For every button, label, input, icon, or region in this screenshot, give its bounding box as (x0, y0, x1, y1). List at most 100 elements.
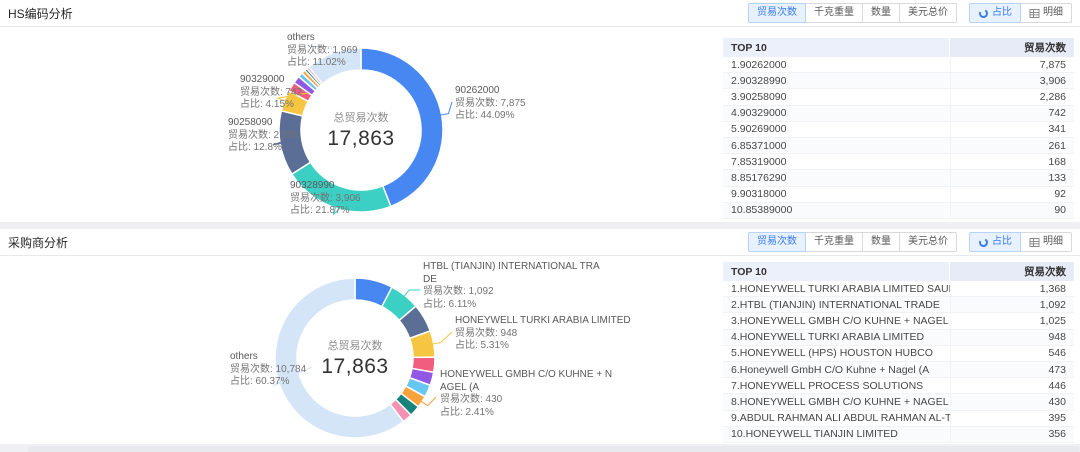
table-row[interactable]: 2.903289903,906 (723, 73, 1074, 89)
table-header-value: 贸易次数 (950, 262, 1074, 281)
toolbar: 贸易次数 千克重量 数量 美元总价 占比 明细 (748, 3, 1072, 23)
table-body: 1.HONEYWELL TURKI ARABIA LIMITED SAUD1,3… (723, 281, 1074, 443)
slice-label-pct: 占比: 4.15% (240, 99, 302, 112)
slice-label: 90328990贸易次数: 3,906占比: 21.87% (290, 180, 361, 218)
slice-label-count: 贸易次数: 10,784 (230, 364, 306, 377)
table-row[interactable]: 10.8538900090 (723, 203, 1074, 219)
row-name: 6.85371000 (723, 140, 950, 152)
row-name: 7.HONEYWELL PROCESS SOLUTIONS (723, 380, 950, 392)
row-value: 356 (950, 427, 1074, 442)
row-name: 1.HONEYWELL TURKI ARABIA LIMITED SAUD (723, 283, 950, 295)
slice-label: 90262000贸易次数: 7,875占比: 44.09% (455, 85, 526, 123)
row-name: 5.90269000 (723, 123, 950, 135)
pie-chart-icon (978, 237, 989, 248)
metric-kg-weight-button[interactable]: 千克重量 (805, 232, 863, 252)
table-row[interactable]: 4.90329000742 (723, 106, 1074, 122)
pie-chart-icon (978, 8, 989, 19)
row-value: 546 (950, 346, 1074, 361)
table-row[interactable]: 6.Honeywell GmbH C/O Kuhne + Nagel (A473 (723, 362, 1074, 378)
metric-switch: 贸易次数 千克重量 数量 美元总价 (748, 232, 957, 252)
section-header: 采购商分析 贸易次数 千克重量 数量 美元总价 占比 明细 (0, 229, 1080, 256)
row-value: 2,286 (950, 89, 1074, 104)
metric-quantity-button[interactable]: 数量 (862, 232, 900, 252)
slice-label-name: HONEYWELL GMBH C/O KUHNE + NAGEL (A (440, 369, 618, 394)
slice-label: HTBL (TIANJIN) INTERNATIONAL TRADE贸易次数: … (423, 261, 601, 311)
row-value: 742 (950, 106, 1074, 121)
page-title: HS编码分析 (8, 5, 73, 22)
slice-label-count: 贸易次数: 7,875 (455, 98, 526, 111)
table-grid-icon (1029, 237, 1040, 248)
metric-switch: 贸易次数 千克重量 数量 美元总价 (748, 3, 957, 23)
table-row[interactable]: 7.85319000168 (723, 154, 1074, 170)
row-name: 3.HONEYWELL GMBH C/O KUHNE + NAGEL (723, 315, 950, 327)
slice-label-name: others (230, 351, 306, 364)
metric-usd-total-button[interactable]: 美元总价 (899, 232, 957, 252)
slice-label-pct: 占比: 21.87% (290, 205, 361, 218)
row-name: 4.90329000 (723, 107, 950, 119)
slice-label-pct: 占比: 44.09% (455, 110, 526, 123)
slice-label-pct: 占比: 2.41% (440, 407, 618, 420)
slice-label-pct: 占比: 5.31% (455, 340, 631, 353)
table-row[interactable]: 9.9031800092 (723, 187, 1074, 203)
slice-label-name: HTBL (TIANJIN) INTERNATIONAL TRADE (423, 261, 601, 286)
table-row[interactable]: 5.HONEYWELL (HPS) HOUSTON HUBCO546 (723, 346, 1074, 362)
table-row[interactable]: 5.90269000341 (723, 122, 1074, 138)
table-row[interactable]: 4.HONEYWELL TURKI ARABIA LIMITED948 (723, 330, 1074, 346)
total-caption: 总贸易次数 (321, 337, 388, 353)
table-body: 1.902620007,8752.903289903,9063.90258090… (723, 57, 1074, 219)
slice-label-pct: 占比: 11.02% (287, 57, 358, 70)
view-detail-button[interactable]: 明细 (1020, 3, 1072, 23)
table-row[interactable]: 8.85176290133 (723, 170, 1074, 186)
table-row[interactable]: 2.HTBL (TIANJIN) INTERNATIONAL TRADE1,09… (723, 297, 1074, 313)
slice-label-pct: 占比: 60.37% (230, 376, 306, 389)
table-row[interactable]: 7.HONEYWELL PROCESS SOLUTIONS446 (723, 378, 1074, 394)
slice-label-name: 90328990 (290, 180, 361, 193)
row-value: 430 (950, 394, 1074, 409)
view-detail-button[interactable]: 明细 (1020, 232, 1072, 252)
metric-quantity-button[interactable]: 数量 (862, 3, 900, 23)
slice-label-name: 90262000 (455, 85, 526, 98)
slice-label-count: 贸易次数: 948 (455, 328, 631, 341)
row-value: 133 (950, 170, 1074, 185)
table-row[interactable]: 10.HONEYWELL TIANJIN LIMITED356 (723, 427, 1074, 443)
view-proportion-label: 占比 (992, 236, 1012, 248)
row-name: 3.90258090 (723, 91, 950, 103)
slice-label: HONEYWELL GMBH C/O KUHNE + NAGEL (A贸易次数:… (440, 369, 618, 419)
view-proportion-button[interactable]: 占比 (969, 232, 1021, 252)
table-grid-icon (1029, 8, 1040, 19)
row-value: 168 (950, 154, 1074, 169)
row-name: 1.90262000 (723, 59, 950, 71)
horizontal-scrollbar[interactable] (28, 446, 1080, 452)
row-value: 473 (950, 362, 1074, 377)
metric-trade-count-button[interactable]: 贸易次数 (748, 232, 806, 252)
row-name: 5.HONEYWELL (HPS) HOUSTON HUBCO (723, 347, 950, 359)
slice-label-count: 贸易次数: 2,286 (228, 130, 299, 143)
slice-label-count: 贸易次数: 742 (240, 87, 302, 100)
metric-kg-weight-button[interactable]: 千克重量 (805, 3, 863, 23)
view-switch: 占比 明细 (969, 232, 1072, 252)
view-detail-label: 明细 (1043, 236, 1063, 248)
table-row[interactable]: 8.HONEYWELL GMBH C/O KUHNE + NAGEL (A430 (723, 394, 1074, 410)
row-value: 1,025 (950, 313, 1074, 328)
metric-trade-count-button[interactable]: 贸易次数 (748, 3, 806, 23)
table-row[interactable]: 9.ABDUL RAHMAN ALI ABDUL RAHMAN AL-TU395 (723, 411, 1074, 427)
table-header-rank: TOP 10 (723, 38, 949, 57)
row-value: 7,875 (950, 57, 1074, 72)
metric-usd-total-button[interactable]: 美元总价 (899, 3, 957, 23)
table-header-value: 贸易次数 (950, 38, 1074, 57)
top10-table: TOP 10 贸易次数 1.902620007,8752.903289903,9… (723, 38, 1074, 219)
row-name: 10.HONEYWELL TIANJIN LIMITED (723, 428, 950, 440)
row-name: 6.Honeywell GmbH C/O Kuhne + Nagel (A (723, 364, 950, 376)
slice-label-count: 贸易次数: 1,969 (287, 45, 358, 58)
view-proportion-button[interactable]: 占比 (969, 3, 1021, 23)
table-row[interactable]: 3.HONEYWELL GMBH C/O KUHNE + NAGEL1,025 (723, 313, 1074, 329)
row-name: 8.85176290 (723, 172, 950, 184)
slice-label-name: HONEYWELL TURKI ARABIA LIMITED (455, 315, 631, 328)
section-hs-code-analysis: HS编码分析 贸易次数 千克重量 数量 美元总价 占比 明细 90262000贸… (0, 0, 1080, 222)
table-row[interactable]: 1.902620007,875 (723, 57, 1074, 73)
table-row[interactable]: 3.902580902,286 (723, 89, 1074, 105)
row-value: 3,906 (950, 73, 1074, 88)
section-buyer-analysis: 采购商分析 贸易次数 千克重量 数量 美元总价 占比 明细 HTBL (TIAN… (0, 229, 1080, 444)
table-row[interactable]: 6.85371000261 (723, 138, 1074, 154)
table-row[interactable]: 1.HONEYWELL TURKI ARABIA LIMITED SAUD1,3… (723, 281, 1074, 297)
